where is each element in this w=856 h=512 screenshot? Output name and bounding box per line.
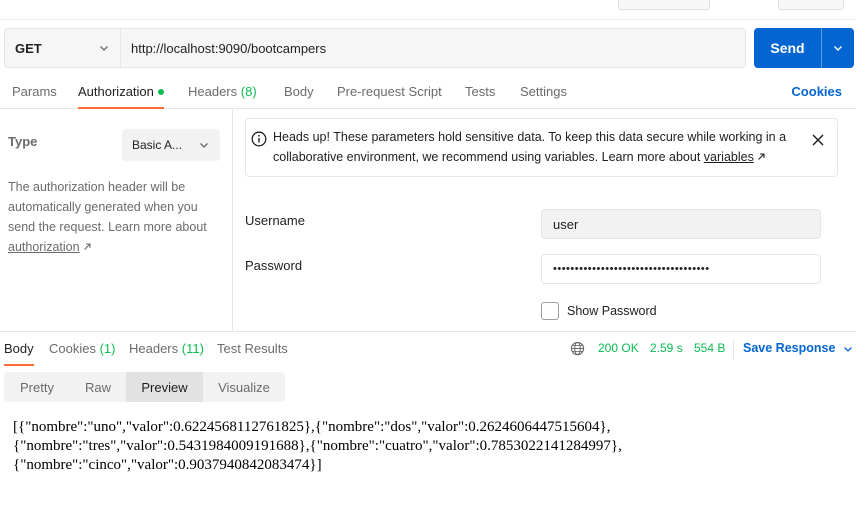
save-response-button[interactable]: Save Response [743, 341, 854, 355]
tab-settings[interactable]: Settings [520, 84, 567, 99]
preview-line: [{"nombre":"uno","valor":0.6224568112761… [13, 419, 611, 435]
external-link-icon [758, 153, 765, 160]
chevron-down-icon [200, 143, 208, 148]
response-tab-test-results[interactable]: Test Results [217, 341, 288, 356]
view-mode-pretty[interactable]: Pretty [4, 372, 70, 402]
response-tab-headers-count: (11) [181, 341, 204, 356]
auth-type-value: Basic A... [132, 138, 183, 152]
tab-authorization-label: Authorization [78, 84, 154, 99]
response-tab-headers[interactable]: Headers (11) [129, 341, 204, 356]
top-toolbar-clipped [0, 0, 856, 20]
response-status[interactable]: 200 OK [598, 341, 639, 355]
request-tabs: Params Authorization Headers (8) Body Pr… [0, 78, 856, 109]
auth-description-text: The authorization header will be automat… [8, 180, 207, 234]
notice-text: Heads up! These parameters hold sensitiv… [273, 127, 808, 167]
chevron-down-icon [843, 346, 852, 352]
chevron-down-icon [100, 46, 108, 51]
password-field[interactable]: •••••••••••••••••••••••••••••••••••• [541, 254, 821, 284]
password-label: Password [245, 258, 303, 273]
auth-type-select[interactable]: Basic A... [122, 129, 220, 161]
auth-type-label: Type [8, 134, 38, 149]
status-dot [157, 88, 164, 95]
response-tab-cookies-count: (1) [99, 341, 116, 356]
divider [733, 339, 734, 359]
tab-tests[interactable]: Tests [465, 84, 495, 99]
show-password-checkbox[interactable] [541, 302, 559, 320]
tab-pre-request-script[interactable]: Pre-request Script [337, 84, 442, 99]
toolbar-fragment [618, 0, 710, 10]
view-mode-preview[interactable]: Preview [126, 372, 203, 402]
method-label: GET [15, 40, 42, 56]
send-button-group: Send [754, 28, 854, 68]
save-response-label: Save Response [743, 341, 836, 355]
response-tab-headers-label: Headers [129, 341, 179, 356]
username-field[interactable]: user [541, 209, 821, 239]
response-tab-cookies-label: Cookies [49, 341, 96, 356]
method-select[interactable]: GET [5, 29, 121, 67]
preview-line: {"nombre":"cinco","valor":0.903794084208… [13, 457, 322, 473]
sensitive-data-notice: Heads up! These parameters hold sensitiv… [245, 118, 838, 177]
url-input[interactable]: http://localhost:9090/bootcampers [121, 29, 745, 67]
response-tab-body[interactable]: Body [4, 341, 34, 356]
active-tab-indicator [4, 364, 34, 366]
tab-headers-count: (8) [240, 84, 257, 99]
tab-authorization[interactable]: Authorization [78, 84, 164, 99]
view-mode-selector: Pretty Raw Preview Visualize [4, 372, 285, 402]
tab-headers-label: Headers [188, 84, 238, 99]
variables-link[interactable]: variables [704, 150, 754, 164]
toolbar-fragment [778, 0, 844, 10]
username-label: Username [245, 213, 305, 228]
response-tabs: Body Cookies (1) Headers (11) Test Resul… [0, 331, 856, 366]
chevron-down-icon [834, 46, 842, 51]
response-time[interactable]: 2.59 s [650, 341, 683, 355]
info-icon [251, 131, 267, 147]
tab-params[interactable]: Params [12, 84, 57, 99]
tab-body[interactable]: Body [284, 84, 314, 99]
cookies-link[interactable]: Cookies [791, 84, 842, 99]
tab-headers[interactable]: Headers (8) [188, 84, 257, 99]
globe-icon[interactable] [570, 341, 585, 356]
response-tab-cookies[interactable]: Cookies (1) [49, 341, 115, 356]
request-bar: GET http://localhost:9090/bootcampers [4, 28, 746, 68]
response-preview: [{"nombre":"uno","valor":0.6224568112761… [13, 418, 843, 475]
auth-description: The authorization header will be automat… [8, 177, 223, 257]
send-options-button[interactable] [822, 28, 854, 68]
authorization-learn-more-link[interactable]: authorization [8, 240, 80, 254]
preview-line: {"nombre":"tres","valor":0.5431984009191… [13, 438, 622, 454]
send-button[interactable]: Send [754, 28, 822, 68]
external-link-icon [84, 243, 91, 250]
close-icon[interactable] [811, 133, 825, 147]
response-size[interactable]: 554 B [694, 341, 725, 355]
view-mode-visualize[interactable]: Visualize [203, 372, 285, 402]
view-mode-raw[interactable]: Raw [70, 372, 126, 402]
show-password-label[interactable]: Show Password [567, 304, 657, 318]
auth-type-panel: Type Basic A... The authorization header… [0, 109, 233, 331]
